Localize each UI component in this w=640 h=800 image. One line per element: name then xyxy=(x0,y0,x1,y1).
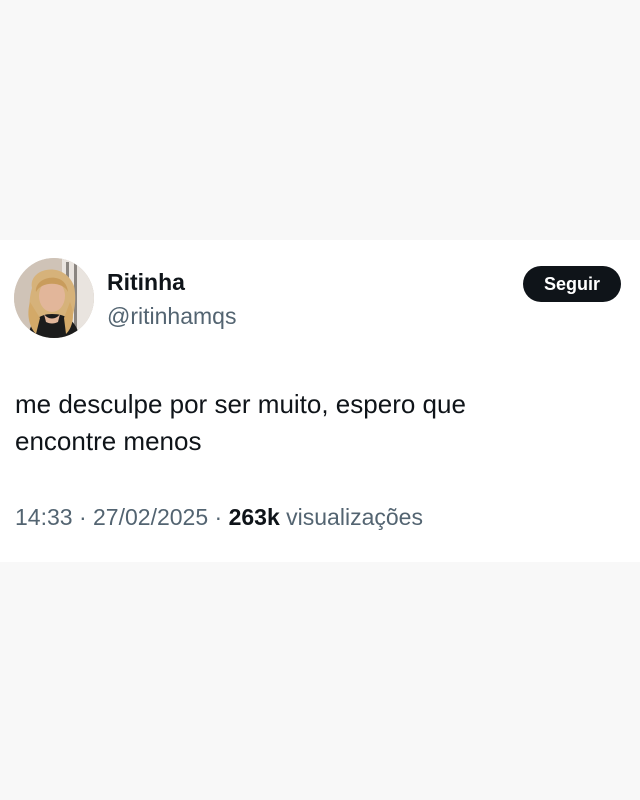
avatar[interactable] xyxy=(14,258,94,338)
display-name[interactable]: Ritinha xyxy=(107,267,185,297)
tweet-card: Ritinha @ritinhamqs Seguir me desculpe p… xyxy=(0,240,640,562)
follow-button[interactable]: Seguir xyxy=(523,266,621,302)
meta-separator: · xyxy=(208,504,229,530)
views-count: 263k xyxy=(228,504,280,530)
tweet-text-line: me desculpe por ser muito, espero que xyxy=(15,389,466,419)
tweet-date[interactable]: 27/02/2025 xyxy=(93,504,208,530)
user-handle[interactable]: @ritinhamqs xyxy=(107,301,236,331)
profile-photo-icon xyxy=(14,258,94,338)
tweet-text: me desculpe por ser muito, espero que en… xyxy=(15,386,615,460)
views-label: visualizações xyxy=(279,504,423,530)
tweet-time[interactable]: 14:33 xyxy=(15,504,73,530)
meta-separator: · xyxy=(72,504,94,530)
tweet-meta: 14:33 · 27/02/2025 · 263k visualizações xyxy=(15,502,423,532)
tweet-text-line: encontre menos xyxy=(15,426,202,456)
